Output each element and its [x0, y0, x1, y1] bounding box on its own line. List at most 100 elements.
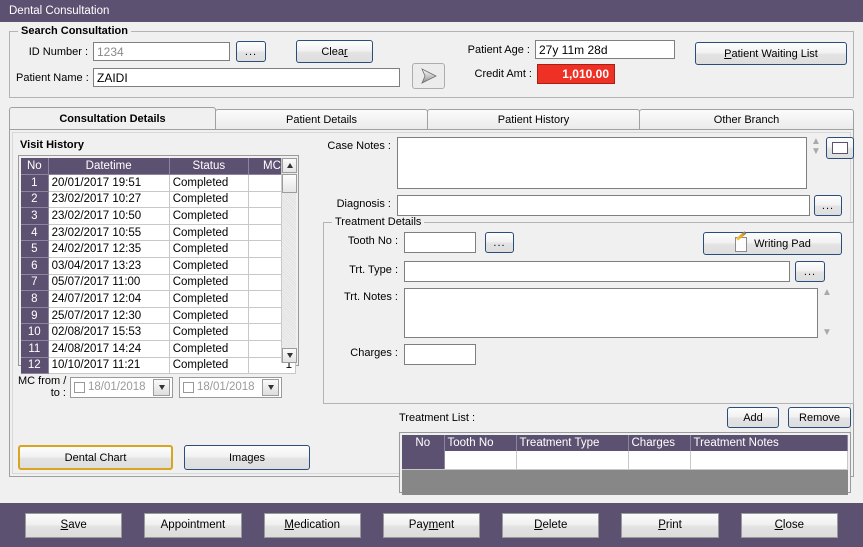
treatment-list-header: Treatment List : Add Remove — [323, 407, 854, 428]
images-button[interactable]: Images — [184, 445, 310, 470]
remove-treatment-button[interactable]: Remove — [788, 407, 851, 428]
cell-no: 4 — [21, 224, 49, 242]
table-row[interactable]: 705/07/2017 11:00Completed1 — [21, 274, 296, 292]
visit-history-title: Visit History — [20, 139, 84, 151]
treatment-list-label: Treatment List : — [399, 411, 476, 424]
table-row[interactable]: 925/07/2017 12:30Completed1 — [21, 307, 296, 325]
mc-to-checkbox[interactable] — [183, 381, 194, 393]
close-button[interactable]: Close — [740, 512, 838, 538]
cell-no: 1 — [21, 174, 49, 192]
left-action-buttons: Dental Chart Images — [18, 445, 310, 470]
diagnosis-input[interactable] — [397, 195, 810, 216]
mc-to-value: 18/01/2018 — [197, 381, 255, 393]
scroll-up-button[interactable] — [282, 158, 297, 173]
tab-other-branch[interactable]: Other Branch — [639, 109, 854, 129]
cell-datetime: 10/10/2017 11:21 — [48, 357, 170, 375]
cell-no: 11 — [21, 340, 49, 358]
table-row[interactable]: 223/02/2017 10:27Completed1 — [21, 191, 296, 209]
treatment-list-grid[interactable]: No Tooth No Treatment Type Charges Treat… — [399, 432, 851, 495]
mc-from-datepicker[interactable]: 18/01/2018 — [70, 376, 173, 398]
search-right-fields: Patient Age : Credit Amt : 1,010.00 Pati… — [445, 40, 847, 97]
tab-consultation-details-label: Consultation Details — [59, 112, 166, 125]
clear-button[interactable]: Clear — [296, 40, 373, 63]
tooth-no-lookup-button[interactable]: ... — [485, 232, 514, 253]
cell-status: Completed — [169, 340, 250, 358]
payment-button[interactable]: Payment — [382, 512, 481, 538]
medication-button[interactable]: Medication — [263, 512, 361, 538]
cell-no: 7 — [21, 274, 49, 292]
cell-no: 12 — [21, 357, 49, 375]
id-number-input[interactable] — [93, 42, 230, 61]
case-notes-textarea[interactable] — [397, 137, 807, 189]
tooth-no-input[interactable] — [404, 232, 476, 253]
case-notes-expand-button[interactable] — [826, 137, 854, 159]
mc-from-dropdown-button[interactable] — [153, 378, 170, 396]
mc-to-dropdown-button[interactable] — [262, 378, 279, 396]
cell-status: Completed — [169, 174, 250, 192]
mc-range-label: MC from / to : — [18, 375, 70, 399]
save-button[interactable]: Save — [25, 512, 123, 538]
trt-notes-textarea[interactable] — [404, 288, 818, 338]
appointment-label: Appointment — [160, 519, 226, 531]
clear-label: Clear — [321, 45, 348, 58]
writing-pad-button[interactable]: Writing Pad — [703, 230, 842, 255]
triangle-down-icon — [286, 353, 293, 358]
table-row[interactable]: 1002/08/2017 15:53Completed1 — [21, 323, 296, 341]
trt-type-input[interactable] — [404, 261, 790, 282]
tl-col-treatment-notes: Treatment Notes — [690, 435, 848, 451]
add-treatment-button[interactable]: Add — [727, 407, 779, 428]
cell-datetime: 24/07/2017 12:04 — [48, 290, 170, 308]
table-row[interactable]: 524/02/2017 12:35Completed1 — [21, 240, 296, 258]
tab-patient-details-label: Patient Details — [286, 113, 357, 126]
patient-name-input[interactable] — [93, 68, 400, 87]
charges-input[interactable] — [404, 344, 476, 365]
appointment-button[interactable]: Appointment — [144, 512, 242, 538]
cell-no: 9 — [21, 307, 49, 325]
scroll-thumb[interactable] — [282, 174, 297, 193]
tl-col-charges: Charges — [628, 435, 691, 451]
dental-chart-button[interactable]: Dental Chart — [18, 445, 174, 470]
cell-datetime: 23/02/2017 10:50 — [48, 207, 170, 225]
tab-patient-details[interactable]: Patient Details — [215, 109, 428, 129]
visit-history-scrollbar[interactable] — [281, 158, 297, 363]
chevron-down-icon — [267, 384, 274, 390]
visit-history-grid[interactable]: No Datetime Status MC 1 20/01/2017 19:51 C… — [18, 155, 299, 375]
search-consultation-title: Search Consultation — [18, 25, 131, 37]
table-row[interactable]: 12 10/10/2017 11:21 Completed 1 — [21, 357, 296, 375]
scroll-down-button[interactable] — [282, 348, 297, 363]
mc-from-value: 18/01/2018 — [88, 381, 146, 393]
diagnosis-label: Diagnosis : — [336, 198, 391, 210]
visit-history-body: 120/01/2017 19:51Completed1 223/02/2017 … — [21, 174, 296, 375]
cell-datetime: 23/02/2017 10:55 — [48, 224, 170, 242]
print-button[interactable]: Print — [621, 512, 719, 538]
patient-waiting-list-button[interactable]: Patient Waiting List — [695, 42, 847, 65]
diagnosis-lookup-button[interactable]: ... — [814, 195, 842, 216]
table-row[interactable]: 824/07/2017 12:04Completed1 — [21, 290, 296, 308]
close-label: Close — [774, 519, 805, 531]
search-left-fields: ID Number : ... Clear Patient Name : — [16, 40, 404, 97]
patient-age-value — [535, 40, 675, 59]
mc-label-line1: MC from / — [18, 375, 67, 387]
tab-consultation-details[interactable]: Consultation Details — [9, 107, 216, 129]
chevron-down-icon: ▼ — [822, 327, 832, 338]
case-notes-scroll-arrows[interactable]: ▲ ▼ — [809, 137, 823, 157]
trt-type-lookup-label: ... — [803, 265, 817, 278]
mc-from-checkbox[interactable] — [74, 381, 85, 393]
trt-type-lookup-button[interactable]: ... — [795, 261, 825, 282]
table-row[interactable] — [402, 451, 848, 470]
trt-notes-label: Trt. Notes : — [344, 291, 398, 303]
table-row[interactable]: 603/04/2017 13:23Completed1 — [21, 257, 296, 275]
tab-patient-history[interactable]: Patient History — [427, 109, 640, 129]
table-row[interactable]: 120/01/2017 19:51Completed1 — [21, 174, 296, 192]
id-lookup-button[interactable]: ... — [236, 41, 266, 62]
search-go-button[interactable] — [412, 63, 445, 89]
table-row[interactable]: 423/02/2017 10:55Completed0 — [21, 224, 296, 242]
table-row[interactable]: 1124/08/2017 14:24Completed1 — [21, 340, 296, 358]
table-row[interactable]: 323/02/2017 10:50Completed1 — [21, 207, 296, 225]
mc-to-datepicker[interactable]: 18/01/2018 — [179, 376, 282, 398]
treatment-list-table: No Tooth No Treatment Type Charges Treat… — [402, 435, 848, 470]
trt-notes-scroll-arrows[interactable]: ▲ ▼ — [820, 288, 834, 338]
tab-other-branch-label: Other Branch — [713, 113, 780, 126]
treatment-list-header-row: No Tooth No Treatment Type Charges Treat… — [402, 435, 848, 451]
delete-button[interactable]: Delete — [502, 512, 600, 538]
